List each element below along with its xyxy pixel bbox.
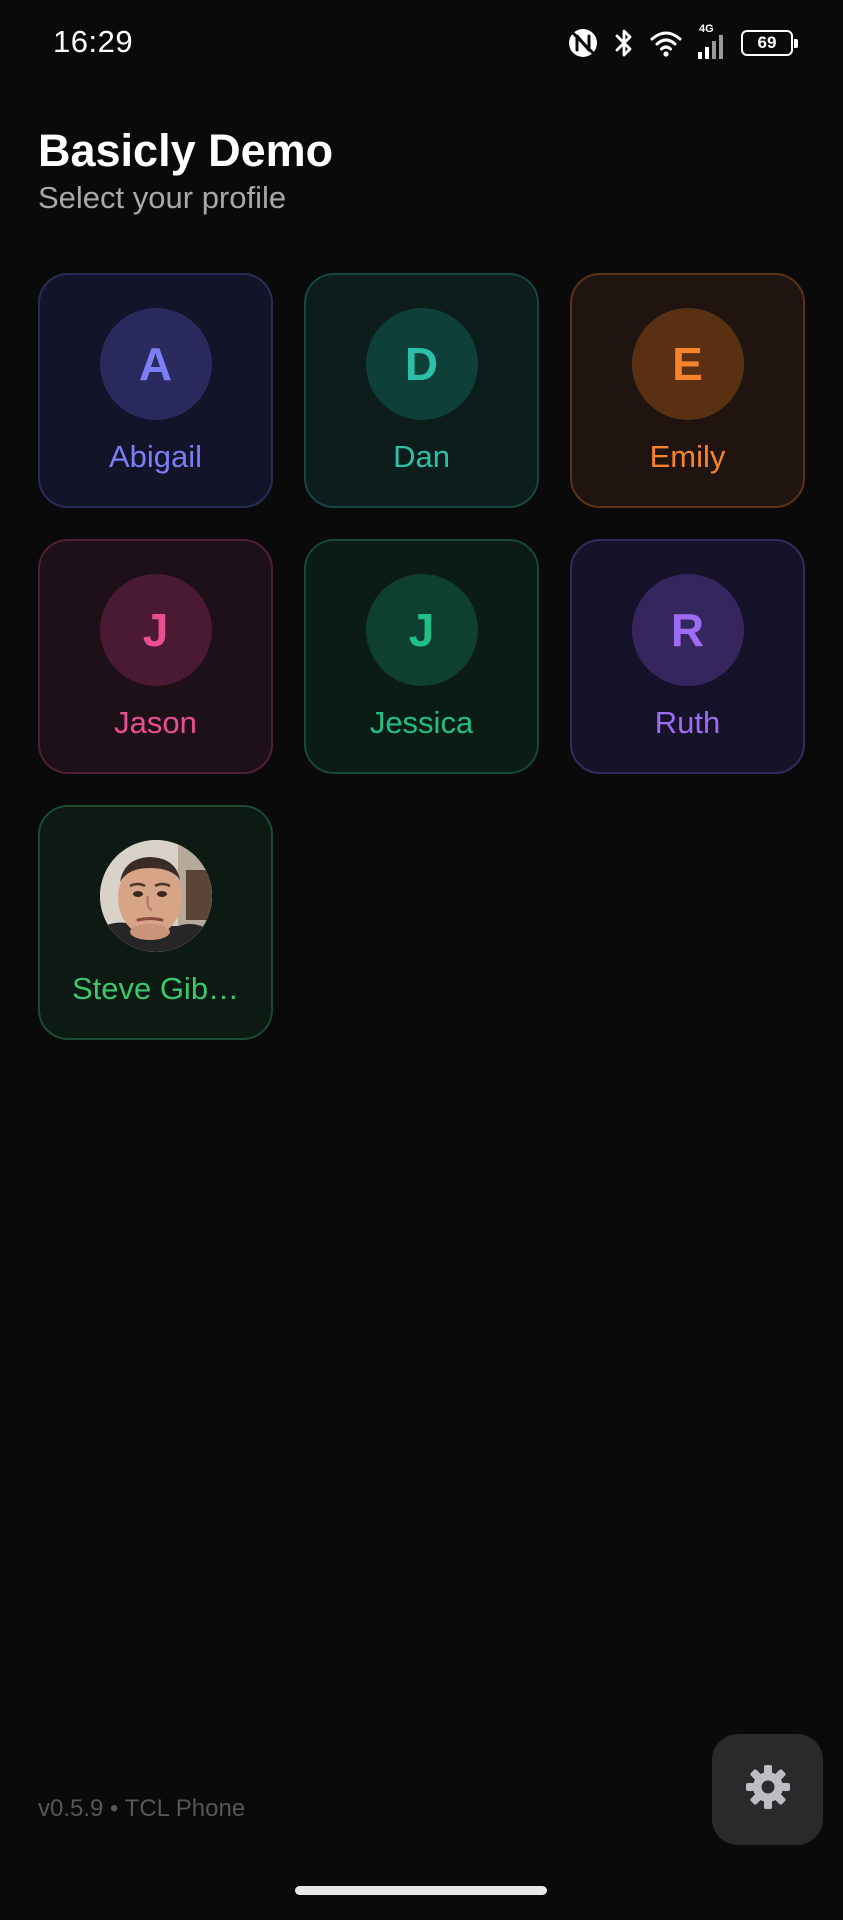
home-indicator[interactable] [295, 1886, 547, 1895]
battery-level: 69 [757, 33, 777, 52]
bluetooth-icon [613, 27, 635, 59]
status-bar: 16:29 4G 69 [0, 0, 843, 84]
profile-name: Dan [393, 439, 450, 474]
avatar: J [365, 574, 478, 686]
gear-icon [744, 1763, 792, 1816]
avatar: E [631, 308, 744, 420]
profile-card-dan[interactable]: D Dan [304, 273, 539, 508]
wifi-icon [649, 28, 683, 58]
profile-name: Emily [649, 439, 726, 474]
app-title: Basicly Demo [38, 125, 334, 176]
profile-card-jessica[interactable]: J Jessica [304, 539, 539, 774]
profile-card-steve[interactable]: Steve Gib… [38, 805, 273, 1040]
profile-card-emily[interactable]: E Emily [570, 273, 805, 508]
header: Basicly Demo Select your profile [38, 124, 333, 218]
profile-name: Jason [114, 705, 197, 740]
cellular-signal-icon: 4G [697, 23, 727, 60]
status-time: 16:29 [53, 24, 134, 59]
avatar: J [99, 574, 212, 686]
profile-name: Jessica [369, 705, 474, 740]
page-subtitle: Select your profile [38, 180, 287, 215]
settings-button[interactable] [712, 1734, 823, 1845]
profile-grid: A Abigail D Dan E Emily J Jason J Jessic… [38, 273, 805, 1040]
battery-icon: 69 [741, 30, 798, 56]
profile-name: Ruth [654, 705, 721, 740]
nfc-icon [567, 27, 599, 59]
avatar-photo [99, 840, 212, 952]
avatar: R [631, 574, 744, 686]
status-icons: 4G 69 [567, 23, 798, 62]
profile-card-abigail[interactable]: A Abigail [38, 273, 273, 508]
profile-name: Steve Gib… [71, 971, 240, 1006]
profile-card-jason[interactable]: J Jason [38, 539, 273, 774]
version-label: v0.5.9 • TCL Phone [38, 1795, 246, 1822]
network-type-label: 4G [699, 23, 714, 35]
avatar: A [99, 308, 212, 420]
profile-name: Abigail [108, 439, 203, 474]
avatar: D [365, 308, 478, 420]
profile-card-ruth[interactable]: R Ruth [570, 539, 805, 774]
